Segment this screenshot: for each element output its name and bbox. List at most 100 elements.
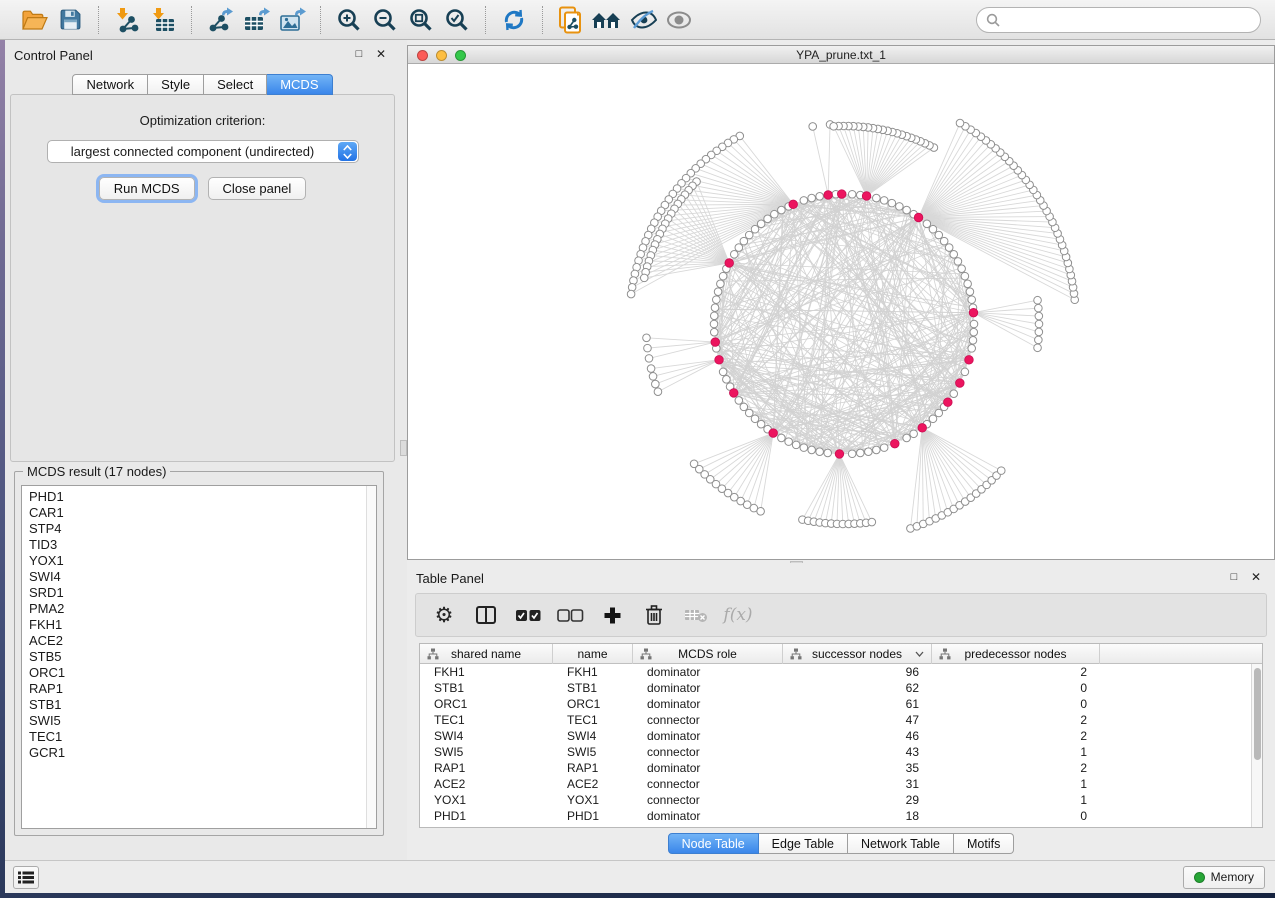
table-cell: 2 (932, 728, 1100, 744)
zoom-fit-icon[interactable] (403, 5, 439, 35)
table-cell: dominator (633, 680, 783, 696)
mcds-result-item[interactable]: TID3 (29, 537, 376, 553)
mcds-result-item[interactable]: GCR1 (29, 745, 376, 761)
column-header-shared-name[interactable]: shared name (420, 644, 553, 664)
deselect-all-icon[interactable] (554, 599, 586, 631)
mcds-result-item[interactable]: STB5 (29, 649, 376, 665)
mcds-result-item[interactable]: RAP1 (29, 681, 376, 697)
column-header-label: successor nodes (812, 647, 902, 661)
right-pane: YPA_prune.txt_1 Table Panel □ ✕ ⚙ (407, 40, 1275, 860)
toolbar-separator (485, 6, 486, 34)
column-header-predecessor-nodes[interactable]: predecessor nodes (932, 644, 1100, 664)
zoom-in-icon[interactable] (331, 5, 367, 35)
mcds-result-item[interactable]: FKH1 (29, 617, 376, 633)
tab-select[interactable]: Select (204, 74, 267, 95)
mcds-result-item[interactable]: STP4 (29, 521, 376, 537)
show-all-icon[interactable] (661, 5, 697, 35)
delete-column-icon[interactable] (638, 599, 670, 631)
mcds-result-item[interactable]: SRD1 (29, 585, 376, 601)
criterion-dropdown-value: largest connected component (undirected) (71, 144, 335, 159)
close-table-panel-icon[interactable]: ✕ (1249, 570, 1263, 584)
table-row[interactable]: FKH1FKH1dominator962 (420, 664, 1262, 680)
export-table-icon[interactable] (238, 5, 274, 35)
mcds-result-item[interactable]: PHD1 (29, 489, 376, 505)
table-row[interactable]: PHD1PHD1dominator180 (420, 808, 1262, 824)
task-history-button[interactable] (13, 866, 39, 889)
column-header-MCDS-role[interactable]: MCDS role (633, 644, 783, 664)
mcds-result-item[interactable]: SWI4 (29, 569, 376, 585)
search-box[interactable] (976, 7, 1261, 33)
mcds-result-item[interactable]: ORC1 (29, 665, 376, 681)
apply-layout-icon[interactable] (496, 5, 532, 35)
tab-style[interactable]: Style (148, 74, 204, 95)
table-row[interactable]: ORC1ORC1dominator610 (420, 696, 1262, 712)
table-row[interactable]: YOX1YOX1connector291 (420, 792, 1262, 808)
table-cell: SWI4 (553, 728, 633, 744)
float-panel-icon[interactable]: □ (352, 47, 366, 61)
mcds-result-item[interactable]: ACE2 (29, 633, 376, 649)
hide-selected-icon[interactable] (625, 5, 661, 35)
table-body: FKH1FKH1dominator962STB1STB1dominator620… (420, 664, 1262, 824)
column-header-successor-nodes[interactable]: successor nodes (783, 644, 932, 664)
column-header-label: MCDS role (678, 647, 737, 661)
close-panel-button[interactable]: Close panel (208, 177, 307, 200)
search-input[interactable] (1006, 12, 1251, 27)
table-scrollbar[interactable] (1251, 664, 1262, 827)
tab-edge-table[interactable]: Edge Table (759, 833, 848, 854)
mcds-result-list[interactable]: PHD1CAR1STP4TID3YOX1SWI4SRD1PMA2FKH1ACE2… (21, 485, 377, 829)
memory-button[interactable]: Memory (1183, 866, 1265, 889)
memory-label: Memory (1211, 870, 1254, 884)
open-file-icon[interactable] (16, 5, 52, 35)
table-row[interactable]: SWI4SWI4dominator462 (420, 728, 1262, 744)
mcds-result-item[interactable]: PMA2 (29, 601, 376, 617)
table-cell: 31 (783, 776, 932, 792)
table-cell: PHD1 (553, 808, 633, 824)
table-settings-icon[interactable]: ⚙ (428, 599, 460, 631)
mcds-result-item[interactable]: YOX1 (29, 553, 376, 569)
save-session-icon[interactable] (52, 5, 88, 35)
tab-mcds[interactable]: MCDS (267, 74, 332, 95)
network-graph[interactable] (408, 64, 1274, 559)
close-panel-icon[interactable]: ✕ (374, 47, 388, 61)
add-column-icon[interactable] (596, 599, 628, 631)
table-cell: 62 (783, 680, 932, 696)
mcds-result-item[interactable]: CAR1 (29, 505, 376, 521)
mcds-result-item[interactable]: STB1 (29, 697, 376, 713)
export-network-icon[interactable] (202, 5, 238, 35)
select-all-icon[interactable] (512, 599, 544, 631)
table-cell: 0 (932, 808, 1100, 824)
export-image-icon[interactable] (274, 5, 310, 35)
first-neighbors-icon[interactable] (589, 5, 625, 35)
table-scrollbar-thumb[interactable] (1254, 668, 1261, 760)
import-table-icon[interactable] (145, 5, 181, 35)
run-mcds-button[interactable]: Run MCDS (99, 177, 195, 200)
main-toolbar (0, 0, 1275, 40)
import-network-icon[interactable] (109, 5, 145, 35)
table-cell: dominator (633, 760, 783, 776)
table-row[interactable]: STB1STB1dominator620 (420, 680, 1262, 696)
table-cell: 61 (783, 696, 932, 712)
fx-label: f(x) (723, 605, 752, 625)
table-row[interactable]: RAP1RAP1dominator352 (420, 760, 1262, 776)
zoom-selected-icon[interactable] (439, 5, 475, 35)
table-row[interactable]: TEC1TEC1connector472 (420, 712, 1262, 728)
table-row[interactable]: SWI5SWI5connector431 (420, 744, 1262, 760)
vertical-splitter[interactable] (400, 40, 407, 860)
zoom-out-icon[interactable] (367, 5, 403, 35)
table-row[interactable]: ACE2ACE2connector311 (420, 776, 1262, 792)
criterion-dropdown[interactable]: largest connected component (undirected) (47, 140, 359, 163)
network-canvas[interactable] (408, 64, 1274, 559)
float-table-panel-icon[interactable]: □ (1227, 570, 1241, 584)
mcds-result-item[interactable]: SWI5 (29, 713, 376, 729)
tab-motifs[interactable]: Motifs (954, 833, 1014, 854)
tab-network[interactable]: Network (72, 74, 148, 95)
clone-network-icon[interactable] (553, 5, 589, 35)
tab-node-table[interactable]: Node Table (668, 833, 759, 854)
mcds-result-item[interactable]: TEC1 (29, 729, 376, 745)
tab-network-table[interactable]: Network Table (848, 833, 954, 854)
toolbar-separator (320, 6, 321, 34)
column-header-name[interactable]: name (553, 644, 633, 664)
column-layout-icon[interactable] (470, 599, 502, 631)
splitter-handle[interactable] (400, 440, 407, 456)
list-scrollbar[interactable] (366, 486, 376, 828)
